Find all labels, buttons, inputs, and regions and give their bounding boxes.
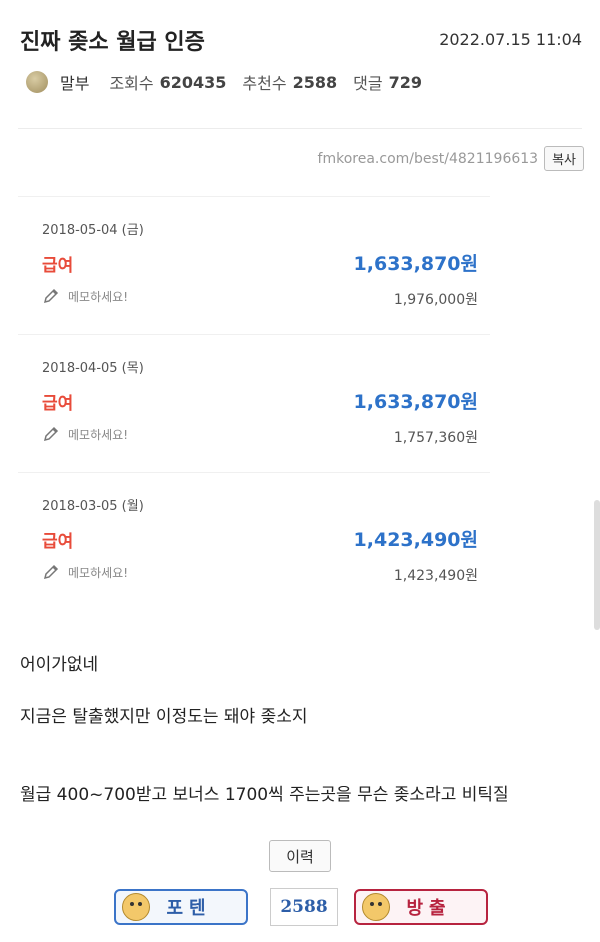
thumbs-up-face-icon (122, 893, 150, 921)
gross-amount: 1,423,490원 (393, 568, 478, 584)
scrollbar[interactable] (594, 500, 600, 630)
body-line: 월급 400~700받고 보너스 1700씩 주는곳을 무슨 좆소라고 비틱질 (20, 785, 509, 805)
gross-amount: 1,757,360원 (393, 430, 478, 446)
thumbs-down-face-icon (362, 893, 390, 921)
post-date: 2022.07.15 11:04 (439, 30, 582, 49)
recommend-label: 추천수 (242, 74, 287, 93)
url-row: fmkorea.com/best/4821196613 복사 (318, 146, 584, 171)
post-url[interactable]: fmkorea.com/best/4821196613 (318, 151, 539, 167)
downvote-button[interactable]: 방출 (354, 889, 488, 925)
salary-screenshot: 2018-05-04 (금) 급여 1,633,870원 메모하세요! 1,97… (18, 196, 490, 610)
pay-kind: 급여 (42, 256, 74, 276)
comments-label: 댓글 (353, 74, 383, 93)
pay-kind: 급여 (42, 532, 74, 552)
copy-button[interactable]: 복사 (544, 146, 584, 171)
pay-date: 2018-03-05 (월) (42, 499, 144, 514)
recommend-count: 2588 (292, 72, 338, 92)
gross-amount: 1,976,000원 (393, 292, 478, 308)
avatar[interactable] (26, 71, 48, 93)
upvote-label: 포텐 (166, 898, 212, 919)
net-amount: 1,633,870원 (353, 391, 478, 413)
author-name[interactable]: 말부 (60, 70, 89, 94)
memo-placeholder: 메모하세요! (68, 565, 129, 580)
downvote-label: 방출 (406, 898, 452, 919)
body-line: 어이가없네 (20, 655, 99, 675)
salary-card: 2018-03-05 (월) 급여 1,423,490원 메모하세요! 1,42… (18, 472, 490, 609)
post-title: 진짜 좆소 월급 인증 (20, 30, 205, 55)
pay-date: 2018-04-05 (목) (42, 361, 144, 376)
net-amount: 1,423,490원 (353, 529, 478, 551)
pencil-icon (43, 564, 59, 580)
net-amount: 1,633,870원 (353, 253, 478, 275)
post-meta: 말부 조회수 620435 추천수 2588 댓글 729 (26, 70, 438, 94)
pay-kind: 급여 (42, 394, 74, 414)
memo-row: 메모하세요! (42, 563, 128, 581)
body-line: 지금은 탈출했지만 이정도는 돼야 좆소지 (20, 707, 308, 727)
memo-row: 메모하세요! (42, 287, 128, 305)
salary-card: 2018-04-05 (목) 급여 1,633,870원 메모하세요! 1,75… (18, 334, 490, 471)
pay-date: 2018-05-04 (금) (42, 223, 144, 238)
vote-count: 2588 (270, 888, 338, 926)
pencil-icon (43, 288, 59, 304)
views-count: 620435 (159, 72, 227, 92)
memo-row: 메모하세요! (42, 425, 128, 443)
divider (18, 128, 582, 129)
history-button[interactable]: 이력 (269, 840, 331, 872)
memo-placeholder: 메모하세요! (68, 289, 129, 304)
upvote-button[interactable]: 포텐 (114, 889, 248, 925)
pencil-icon (43, 426, 59, 442)
salary-card: 2018-05-04 (금) 급여 1,633,870원 메모하세요! 1,97… (18, 196, 490, 333)
comments-count: 729 (388, 72, 422, 92)
memo-placeholder: 메모하세요! (68, 427, 129, 442)
views-label: 조회수 (109, 74, 154, 93)
